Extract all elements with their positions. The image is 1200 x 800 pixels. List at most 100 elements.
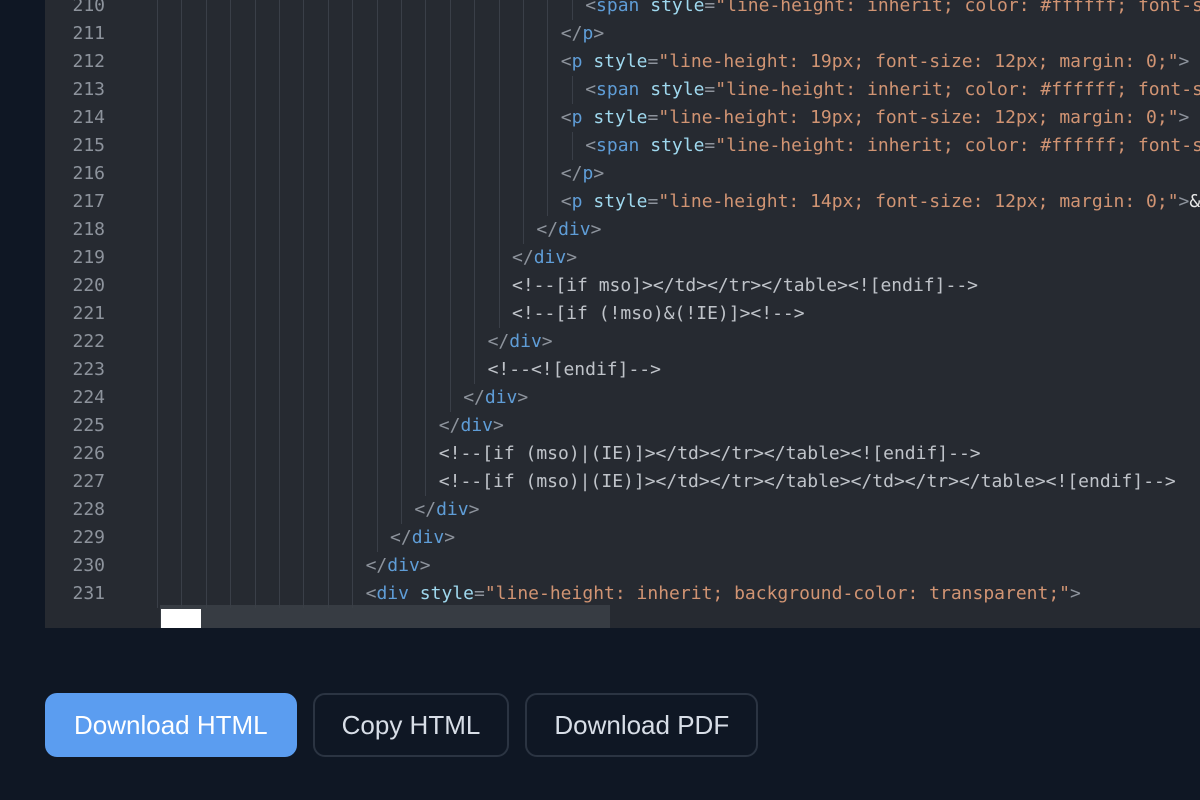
indent-guide <box>157 412 158 440</box>
indent-guide <box>571 132 573 160</box>
code-text: <!--[if mso]></td></tr></table><![endif]… <box>512 272 978 300</box>
line-number: 219 <box>72 247 105 268</box>
indent-guide <box>449 48 451 76</box>
indent-guide <box>449 104 451 132</box>
code-token: style <box>593 107 648 128</box>
indent-guide <box>352 524 354 552</box>
indent-guide <box>376 440 378 468</box>
copy-html-button[interactable]: Copy HTML <box>312 693 510 757</box>
indent-guide <box>303 300 305 328</box>
code-line: 220 <!--[if mso]></td></tr></table><![end… <box>45 272 1200 300</box>
indent-guide <box>157 76 158 104</box>
line-number: 222 <box>72 331 105 352</box>
indent-guide <box>303 132 305 160</box>
indent-guide <box>523 104 524 132</box>
indent-guide <box>376 496 378 524</box>
code-text: </div> <box>512 244 577 272</box>
code-token: </ <box>438 415 461 436</box>
code-token: style <box>593 51 648 72</box>
indent-guide <box>498 216 500 244</box>
indent-guide <box>523 0 524 20</box>
indent-guide <box>181 188 183 216</box>
scrollbar-thumb[interactable] <box>161 609 201 628</box>
indent-guide <box>254 384 256 412</box>
code-token: < <box>560 191 572 212</box>
indent-guide <box>425 76 427 104</box>
indent-guide <box>327 552 329 580</box>
indent-guide <box>327 20 329 48</box>
code-text: <p style="line-height: 19px; font-size: … <box>561 104 1190 132</box>
download-html-button[interactable]: Download HTML <box>45 693 297 757</box>
indent-guide <box>254 160 256 188</box>
code-line: 213 <span style="line-height: inherit; co… <box>45 76 1200 104</box>
indent-guide <box>157 580 158 608</box>
code-line: 211 </p> <box>45 20 1200 48</box>
code-token: style <box>593 191 648 212</box>
code-line: 222 </div> <box>45 328 1200 356</box>
download-pdf-button[interactable]: Download PDF <box>525 693 759 757</box>
indent-guide <box>230 552 232 580</box>
indent-guide <box>474 328 476 356</box>
line-number: 227 <box>72 471 105 492</box>
horizontal-scrollbar[interactable] <box>160 605 610 628</box>
indent-guide <box>230 160 232 188</box>
code-text: </p> <box>561 20 604 48</box>
indent-guide <box>547 48 549 76</box>
code-line: 225 </div> <box>45 412 1200 440</box>
indent-guide <box>401 216 402 244</box>
code-text: </div> <box>439 412 504 440</box>
indent-guide <box>401 20 402 48</box>
indent-guide <box>254 132 256 160</box>
code-token: "line-height: inherit; color: #ffffff; f… <box>715 135 1200 156</box>
line-number: 216 <box>72 163 105 184</box>
code-token: > <box>444 527 456 548</box>
indent-guide <box>303 0 305 20</box>
code-token: > <box>1178 51 1190 72</box>
indent-guide <box>352 328 354 356</box>
line-number: 213 <box>72 79 105 100</box>
line-number: 224 <box>72 387 105 408</box>
indent-guide <box>376 0 378 20</box>
code-token: > <box>1178 107 1190 128</box>
indent-guide <box>474 244 476 272</box>
indent-guide <box>474 48 476 76</box>
indent-guide <box>279 440 280 468</box>
indent-guide <box>279 104 280 132</box>
code-line: 210 <span style="line-height: inherit; co… <box>45 0 1200 20</box>
indent-guide <box>547 76 549 104</box>
indent-guide <box>254 216 256 244</box>
indent-guide <box>352 580 354 608</box>
indent-guide <box>401 468 402 496</box>
line-number: 220 <box>72 275 105 296</box>
indent-guide <box>425 244 427 272</box>
indent-guide <box>498 160 500 188</box>
indent-guide <box>498 132 500 160</box>
indent-guide <box>303 76 305 104</box>
indent-guide <box>157 328 158 356</box>
code-text: </div> <box>488 328 553 356</box>
code-line: 216 </p> <box>45 160 1200 188</box>
indent-guide <box>279 132 280 160</box>
indent-guide <box>498 244 500 272</box>
indent-guide <box>303 272 305 300</box>
indent-guide <box>547 188 549 216</box>
indent-guide <box>181 104 183 132</box>
indent-guide <box>157 440 158 468</box>
code-editor[interactable]: 210 <span style="line-height: inherit; co… <box>45 0 1200 628</box>
indent-guide <box>474 104 476 132</box>
indent-guide <box>425 132 427 160</box>
indent-guide <box>230 356 232 384</box>
indent-guide <box>230 216 232 244</box>
indent-guide <box>352 216 354 244</box>
indent-guide <box>523 160 524 188</box>
indent-guide <box>230 132 232 160</box>
code-text: </div> <box>366 552 431 580</box>
indent-guide <box>425 160 427 188</box>
indent-guide <box>205 412 207 440</box>
code-token: span <box>596 79 640 100</box>
indent-guide <box>327 468 329 496</box>
indent-guide <box>327 48 329 76</box>
